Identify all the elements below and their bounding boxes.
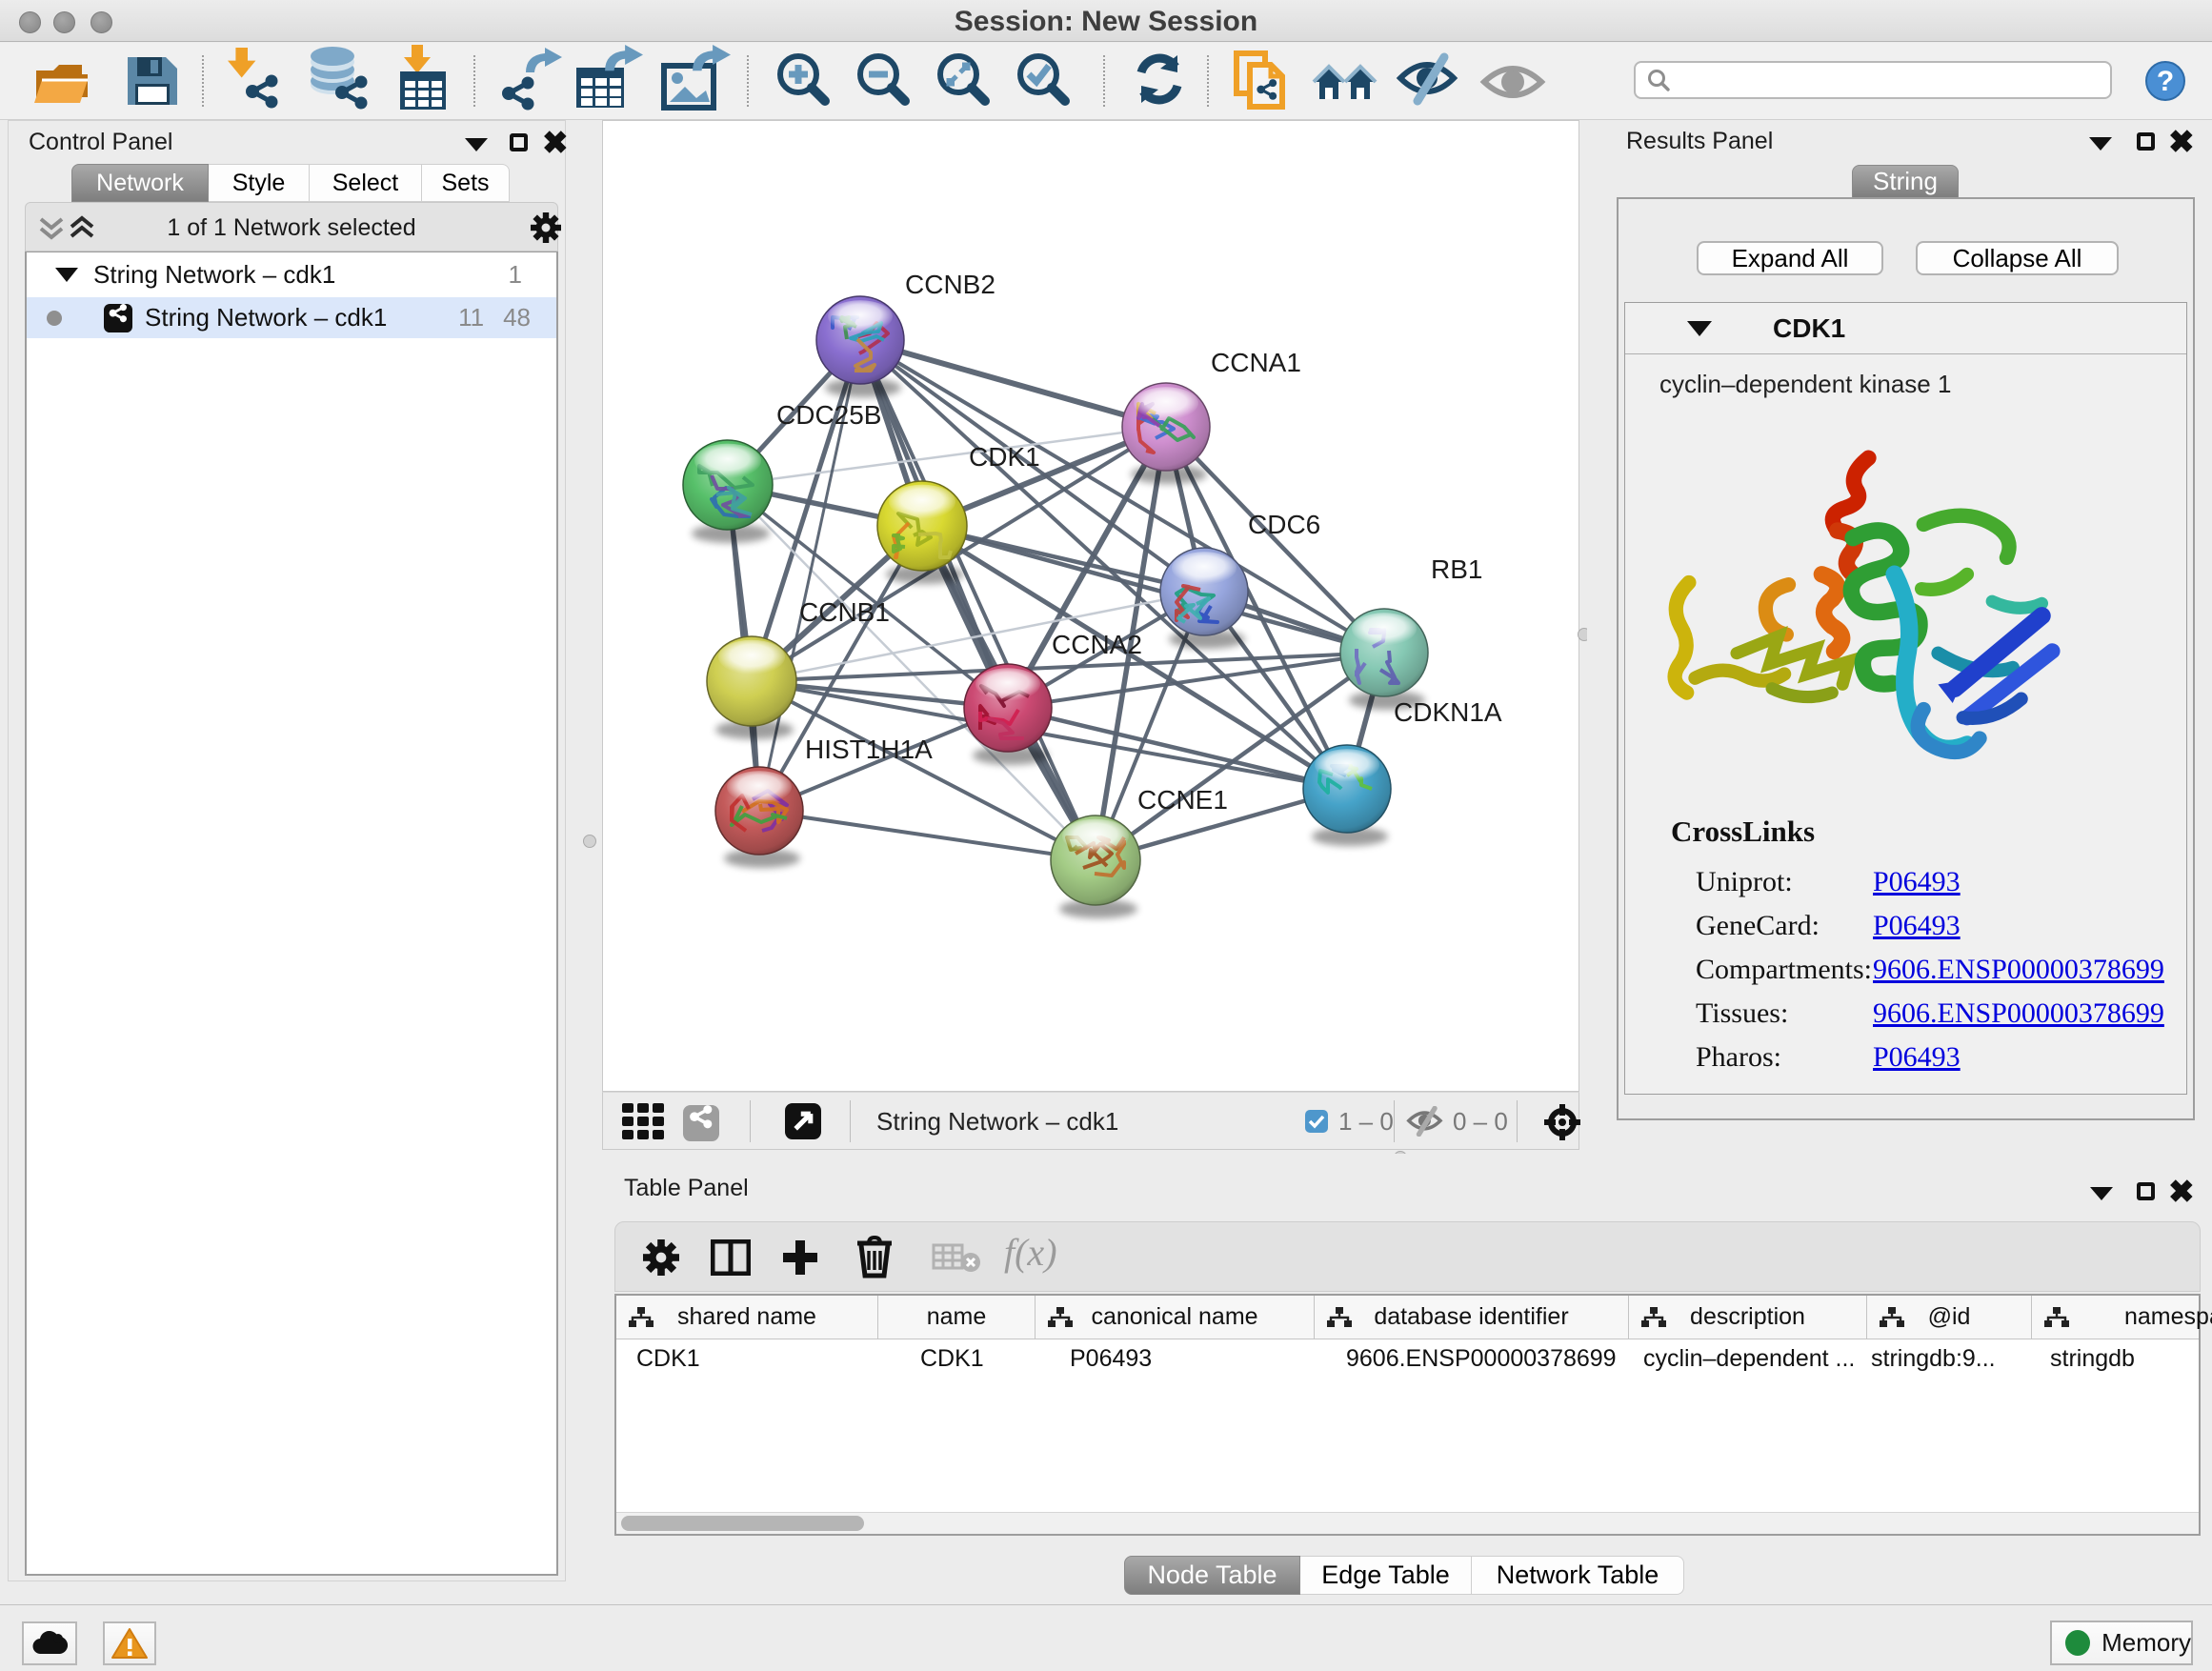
svg-text:CCNA2: CCNA2 (1052, 630, 1142, 659)
svg-text:CCNA1: CCNA1 (1211, 348, 1301, 377)
svg-text:CCNE1: CCNE1 (1137, 785, 1228, 815)
svg-text:HIST1H1A: HIST1H1A (805, 735, 933, 764)
svg-text:CDKN1A: CDKN1A (1394, 697, 1502, 727)
svg-text:RB1: RB1 (1431, 554, 1482, 584)
svg-text:?: ? (2157, 66, 2174, 97)
svg-text:CDK1: CDK1 (969, 442, 1040, 472)
svg-text:CDC25B: CDC25B (776, 400, 881, 430)
svg-text:CCNB1: CCNB1 (799, 597, 890, 627)
svg-text:CDC6: CDC6 (1248, 510, 1320, 539)
svg-text:CCNB2: CCNB2 (905, 270, 995, 299)
